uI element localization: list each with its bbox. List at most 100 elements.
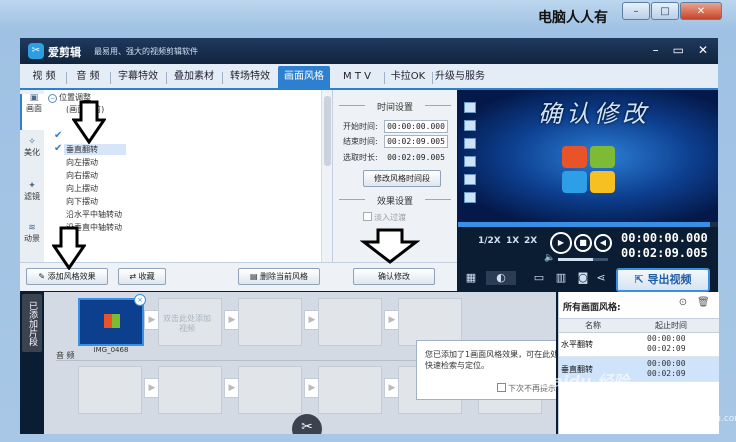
app-maximize-icon[interactable]: ▭ [673,43,684,57]
tab-audio[interactable]: 音 频 [68,68,108,86]
folder-icon[interactable]: ▥ [554,271,568,285]
preview-caption: 确认修改 [538,100,650,128]
start-time-input[interactable]: 00:00:00.000 [384,120,448,133]
tab-video[interactable]: 视 频 [24,68,64,86]
end-time-label: 结束时间: [343,137,378,146]
delete-icon: ▤ [249,272,261,281]
effect-item-selected[interactable]: 垂直翻转 [64,144,126,155]
tab-upgrade[interactable]: 升级与服务 [434,68,486,86]
effect-item[interactable]: 向左摆动 [66,157,98,168]
time-settings-title: 时间设置 [333,100,457,113]
app-window-controls: – ▭ ✕ [653,43,708,57]
audio-slot[interactable] [78,366,142,414]
collapse-icon[interactable]: − [48,94,57,103]
side-nav-beautify[interactable]: ✧ 美化 [20,138,44,174]
add-style-button[interactable]: ✎ 添加风格效果 [26,268,108,285]
app-close-icon[interactable]: ✕ [698,43,708,57]
all-styles-title: 所有画面风格: [563,303,621,313]
desktop-icon [464,174,476,185]
side-nav-motion[interactable]: ≋ 动景 [20,224,44,260]
style-start: 00:00:00 [647,359,686,368]
speed-2x[interactable]: 2X [524,236,537,246]
os-window-controls: – □ ✕ [621,2,722,20]
audio-slot[interactable] [238,366,302,414]
side-nav: ▣ 画面 ✧ 美化 ✦ 滤镜 ≋ 动景 [20,90,46,262]
effect-item[interactable]: 向下摆动 [66,196,98,207]
volume-slider[interactable] [558,258,608,261]
stop-button[interactable]: ■ [574,234,592,252]
empty-clip-slot[interactable] [318,298,382,346]
os-minimize-button[interactable]: – [622,2,650,20]
hint-text: 您已添加了1画面风格效果，可在此处快速检索与定位。 [425,350,556,370]
baidu-watermark: Baidu 经验 [540,372,629,391]
style-end: 00:02:09 [647,344,686,353]
toggle-icon[interactable]: ◐ [486,271,516,285]
duration-label: 选取时长: [343,153,378,162]
annotation-arrow-down [52,226,86,270]
style-end: 00:02:09 [647,369,686,378]
timeline: × IMG_0468 ▶ 双击此处添加视频 ▶ ▶ ▶ 音 频 ▶ ▶ ▶ ▶ … [44,292,556,434]
locate-icon[interactable]: ⊙ [677,297,689,309]
preview-toolbar: ▦ ◐ ▭ ▥ ◙ ⋖ ⇱ 导出视频 [458,267,718,292]
windows-logo-icon [562,146,618,196]
collect-button[interactable]: ⇄ 收藏 [118,268,166,285]
tab-picture-style[interactable]: 画面风格 [278,66,330,88]
effect-item[interactable]: 向上摆动 [66,183,98,194]
share-icon[interactable]: ⋖ [594,271,608,285]
snapshot-icon[interactable]: ▦ [464,271,478,285]
confirm-modify-button[interactable]: 确认修改 [353,268,435,285]
delete-style-button[interactable]: ▤ 删除当前风格 [238,268,320,285]
scrollbar-thumb[interactable] [324,96,331,166]
desktop-icon [464,138,476,149]
trash-icon[interactable]: 🗑 [697,297,710,309]
tab-overlay[interactable]: 叠加素材 [168,68,220,86]
added-clips-tab[interactable]: 已添加片段 [22,294,42,352]
style-row[interactable]: 水平翻转 00:00:00 00:02:09 [559,332,719,357]
export-video-button[interactable]: ⇱ 导出视频 [616,268,710,292]
scissors-icon[interactable]: ✂ [292,414,322,434]
app-logo-icon: ✂ [28,43,44,59]
side-nav-picture[interactable]: ▣ 画面 [20,94,46,130]
style-start: 00:00:00 [647,334,686,343]
clip-name: IMG_0468 [93,346,129,354]
effect-item[interactable]: 向右摆动 [66,170,98,181]
tab-mtv[interactable]: M T V [332,68,382,86]
hint-tooltip: 您已添加了1画面风格效果，可在此处快速检索与定位。 下次不再提示 × [416,340,556,400]
empty-clip-slot[interactable] [238,298,302,346]
tab-subtitle-effects[interactable]: 字幕特效 [112,68,164,86]
save-icon[interactable]: ▭ [532,271,546,285]
add-icon: ✎ [38,272,48,281]
app-name: 爱剪辑 [48,46,81,59]
camera-icon[interactable]: ◙ [576,271,590,285]
volume-icon[interactable]: 🔈 [544,253,555,263]
empty-clip-slot[interactable] [398,298,462,346]
watermark-text: 电脑人人有 [538,10,608,26]
filter-icon: ✦ [28,181,36,191]
audio-slot[interactable] [158,366,222,414]
tab-karaoke[interactable]: 卡拉OK [386,68,430,86]
tab-transition[interactable]: 转场特效 [224,68,276,86]
end-time-input[interactable]: 00:02:09.005 [384,135,448,148]
modify-time-button[interactable]: 修改风格时间段 [363,170,441,187]
desktop-icon [464,192,476,203]
start-time-label: 开始时间: [343,122,378,131]
fade-checkbox[interactable]: 淡入过渡 [363,212,406,223]
side-nav-filter[interactable]: ✦ 滤镜 [20,182,44,218]
app-minimize-icon[interactable]: – [653,43,659,57]
os-close-button[interactable]: ✕ [680,2,722,20]
clip-thumbnail[interactable] [78,298,144,346]
clip-preview-icon [104,314,120,328]
os-maximize-button[interactable]: □ [651,2,679,20]
speed-1x[interactable]: 1X [506,236,519,246]
audio-slot[interactable] [318,366,382,414]
effect-item[interactable]: 沿水平中轴转动 [66,209,122,220]
column-time: 起止时间 [655,321,687,330]
prev-frame-button[interactable]: ◀ [594,234,612,252]
desktop-icon [464,120,476,131]
clip-close-icon[interactable]: × [134,294,146,306]
annotation-arrow-down [72,100,106,144]
styles-table-header: 名称 起止时间 [559,318,719,333]
speed-half[interactable]: 1/2X [478,236,501,246]
effect-list-scrollbar[interactable] [321,90,332,262]
play-button[interactable]: ▶ [550,232,572,254]
